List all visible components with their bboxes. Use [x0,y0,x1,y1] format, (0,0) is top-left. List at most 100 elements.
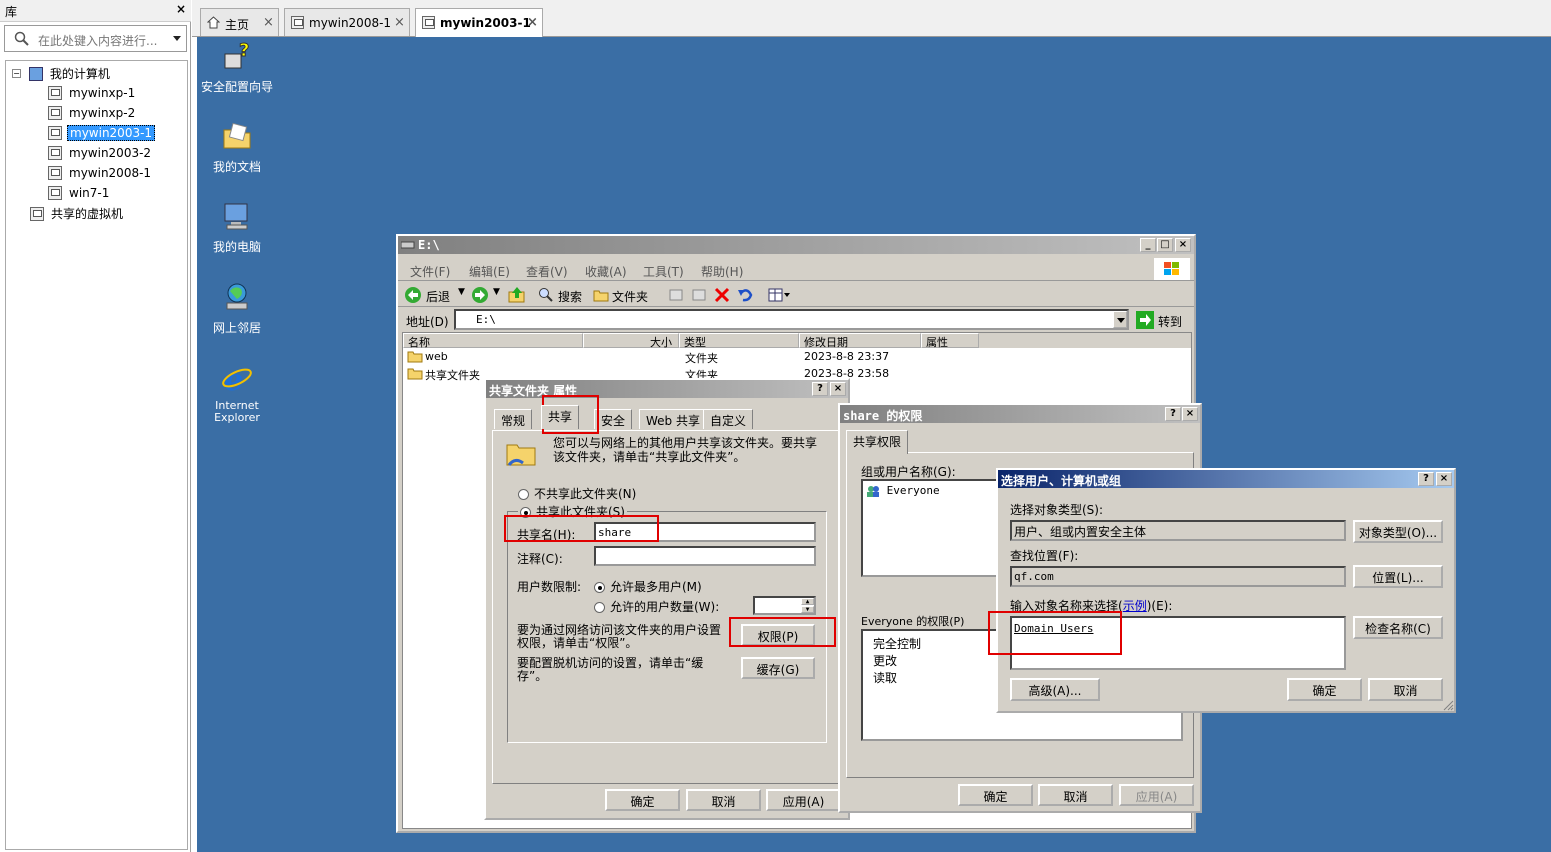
resize-grip-icon[interactable] [1442,699,1454,711]
tab-mywin2008-1[interactable]: mywin2008-1 × [284,8,410,36]
column-type[interactable]: 类型 [679,333,799,349]
tab-close-icon[interactable]: × [527,15,538,30]
cancel-button[interactable]: 取消 [1368,678,1443,701]
move-to-icon[interactable] [668,287,684,303]
tab-home[interactable]: 主页 × [200,8,279,36]
desktop-icon-network[interactable]: 网上邻居 [197,281,277,336]
check-names-button[interactable]: 检查名称(C) [1353,616,1443,639]
copy-to-icon[interactable] [691,287,707,303]
desktop-icon-ie[interactable]: e Internet Explorer [197,362,277,424]
object-types-button[interactable]: 对象类型(O)... [1353,520,1443,543]
library-search-input[interactable]: 在此处键入内容进行... [4,25,187,52]
back-button[interactable]: 后退 [426,288,450,305]
select-users-dialog: 选择用户、计算机或组 ? × 选择对象类型(S): 用户、组或内置安全主体 对象… [996,468,1456,713]
maximize-button[interactable]: □ [1157,238,1173,252]
radio-allowed-users[interactable]: 允许的用户数量(W): [594,598,719,615]
radio-no-share[interactable]: 不共享此文件夹(N) [518,485,636,502]
advanced-button[interactable]: 高级(A)... [1010,678,1100,701]
object-type-field: 用户、组或内置安全主体 [1010,520,1346,541]
dropdown-arrow-icon[interactable] [1113,311,1127,328]
file-row[interactable]: web 文件夹 2023-8-8 23:37 [403,349,1191,365]
user-count-stepper[interactable]: ▲ ▼ [753,596,816,615]
column-name[interactable]: 名称 [403,333,583,349]
help-button[interactable]: ? [812,382,828,396]
examples-link[interactable]: 示例 [1123,599,1147,613]
home-icon [207,16,220,29]
menu-view[interactable]: 查看(V) [526,263,568,280]
close-button[interactable]: × [1436,472,1452,486]
go-arrow-icon[interactable] [1136,311,1154,329]
tab-general[interactable]: 常规 [494,409,533,429]
go-button[interactable]: 转到 [1158,313,1182,330]
tab-close-icon[interactable]: × [263,15,274,30]
column-date[interactable]: 修改日期 [799,333,921,349]
collapse-icon[interactable]: − [12,69,21,78]
tab-security[interactable]: 安全 [594,409,633,429]
menu-help[interactable]: 帮助(H) [701,263,743,280]
radio-max-users[interactable]: 允许最多用户(M) [594,578,702,595]
tree-item-vm[interactable]: mywinxp-1 [48,85,137,103]
dropdown-arrow-icon[interactable]: ▼ [458,287,465,297]
menu-edit[interactable]: 编辑(E) [469,263,510,280]
forward-arrow-icon[interactable] [471,286,489,304]
tree-item-vm[interactable]: mywin2008-1 [48,165,153,183]
address-bar: 地址(D) E:\ 转到 [398,308,1194,332]
apply-button[interactable]: 应用(A) [766,789,841,811]
group-item-everyone[interactable]: Everyone [866,484,940,498]
up-folder-icon[interactable] [508,286,526,304]
cancel-button[interactable]: 取消 [1038,784,1113,806]
ok-button[interactable]: 确定 [605,789,680,811]
column-size[interactable]: 大小 [583,333,679,349]
folders-button[interactable]: 文件夹 [612,288,648,305]
tab-customize[interactable]: 自定义 [703,409,754,429]
permissions-titlebar: share 的权限 ? × [840,405,1200,423]
library-tree: − 我的计算机 mywinxp-1 mywinxp-2 mywin2003-1 … [5,60,188,850]
help-button[interactable]: ? [1165,407,1181,421]
tree-item-vm[interactable]: mywinxp-2 [48,105,137,123]
tree-item-vm[interactable]: win7-1 [48,185,111,203]
file-list-header: 名称 大小 类型 修改日期 属性 [403,333,1191,349]
tab-close-icon[interactable]: × [394,15,405,30]
stepper-down-icon[interactable]: ▼ [801,606,814,613]
close-button[interactable]: × [1175,238,1191,252]
tree-item-vm-selected[interactable]: mywin2003-1 [48,124,156,143]
tree-item-my-computer[interactable]: − 我的计算机 [12,65,112,83]
close-button[interactable]: × [1182,407,1198,421]
column-attributes[interactable]: 属性 [921,333,979,349]
stepper-up-icon[interactable]: ▲ [801,598,814,605]
minimize-button[interactable]: _ [1140,238,1156,252]
tab-web-sharing[interactable]: Web 共享 [639,409,707,429]
comment-input[interactable] [594,546,816,566]
address-input[interactable]: E:\ [454,309,1129,330]
search-button[interactable]: 搜索 [558,288,582,305]
delete-icon[interactable] [714,287,730,303]
dropdown-arrow-icon[interactable] [173,36,183,44]
menu-tools[interactable]: 工具(T) [643,263,684,280]
shared-vm-icon [30,206,44,221]
tab-mywin2003-1[interactable]: mywin2003-1 × [415,8,543,37]
vm-icon [48,145,62,160]
desktop-icon-my-documents[interactable]: 我的文档 [197,120,277,175]
close-icon[interactable]: × [176,2,186,16]
locations-button[interactable]: 位置(L)... [1353,565,1443,588]
cancel-button[interactable]: 取消 [686,789,761,811]
desktop-icon-security-wizard[interactable]: ? 安全配置向导 [197,40,277,95]
menu-file[interactable]: 文件(F) [410,263,450,280]
tab-share-permissions[interactable]: 共享权限 [846,430,909,454]
help-button[interactable]: ? [1418,472,1434,486]
tree-item-shared-vms[interactable]: 共享的虚拟机 [30,205,125,223]
tab-sharing[interactable]: 共享 [541,405,580,429]
dropdown-arrow-icon[interactable]: ▼ [493,287,500,297]
tree-item-vm[interactable]: mywin2003-2 [48,145,153,163]
views-icon[interactable] [768,287,792,303]
menu-favorites[interactable]: 收藏(A) [585,263,627,280]
desktop-icon-my-computer[interactable]: 我的电脑 [197,200,277,255]
folders-icon [593,290,609,302]
back-arrow-icon[interactable] [404,286,422,304]
ok-button[interactable]: 确定 [1287,678,1362,701]
apply-button[interactable]: 应用(A) [1119,784,1194,806]
ok-button[interactable]: 确定 [958,784,1033,806]
undo-icon[interactable] [737,287,753,303]
close-button[interactable]: × [830,382,846,396]
cache-button[interactable]: 缓存(G) [741,657,815,679]
